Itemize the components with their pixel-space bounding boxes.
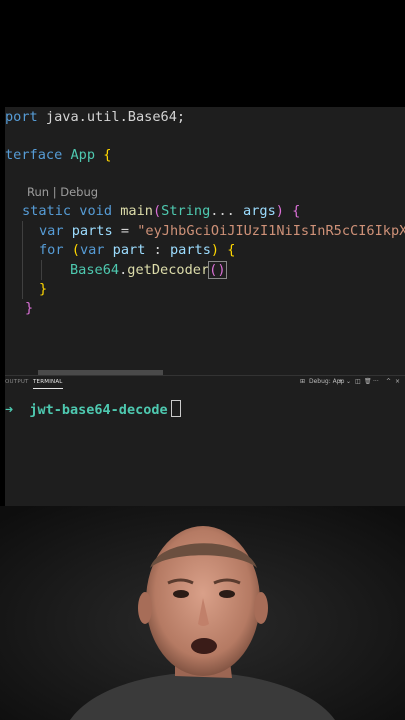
import-path-token: java.util.Base64; — [37, 109, 186, 125]
codelens-run-debug[interactable]: Run | Debug — [27, 185, 98, 199]
paren-token: ( — [63, 242, 80, 258]
brace-token: } — [39, 281, 48, 297]
brace-token: } — [25, 300, 34, 316]
operator-token: = — [112, 223, 138, 239]
prompt-arrow-icon: ➜ — [5, 402, 14, 418]
keyword-token: var — [79, 242, 105, 258]
code-editor[interactable]: port java.util.Base64; terface App { Run… — [5, 107, 405, 375]
presenter-video — [0, 506, 405, 720]
keyword-token: for — [39, 242, 64, 258]
keyword-token: static — [22, 203, 72, 219]
paren-token: ( — [152, 203, 162, 219]
variable-token: parts — [169, 242, 211, 258]
variable-token: part — [104, 242, 146, 258]
keyword-token: var — [39, 223, 64, 239]
type-token: String — [161, 203, 211, 219]
close-icon[interactable]: × — [395, 378, 400, 385]
more-icon[interactable]: ··· — [373, 378, 379, 385]
terminal-prompt[interactable]: ➜ jwt-base64-decode — [5, 400, 181, 420]
code-line-close-for: } — [39, 279, 47, 299]
variable-token: parts — [63, 223, 113, 239]
variable-token: args — [243, 203, 276, 219]
code-line-import: port java.util.Base64; — [5, 107, 185, 127]
code-line-parts: var parts = "eyJhbGciOiJIUzI1NiIsInR5cCI… — [39, 221, 405, 241]
paren-token: () — [208, 261, 227, 279]
mouth-shape — [191, 638, 217, 654]
keyword-token: void — [71, 203, 121, 219]
trash-icon[interactable]: 🗑 — [364, 378, 372, 385]
webcam-overlay — [0, 506, 405, 720]
bottom-panel: OUTPUT TERMINAL ⊞ Debug: App + ⌄ ◫ 🗑 ···… — [5, 375, 405, 507]
paren-token: ) — [210, 242, 220, 258]
add-icon[interactable]: + — [338, 378, 343, 385]
code-line-getdecoder: Base64.getDecoder() — [70, 260, 227, 280]
function-token: getDecoder — [127, 262, 210, 278]
terminal-icon: ⊞ — [300, 378, 306, 385]
brace-token: { — [219, 242, 236, 258]
terminal-cursor — [170, 400, 181, 417]
indent-guide — [22, 221, 23, 299]
code-line-for: for (var part : parts) { — [39, 240, 235, 260]
brace-token: { — [103, 147, 112, 163]
varargs-token: ... — [210, 203, 244, 219]
type-token: Base64 — [70, 262, 120, 278]
brace-token: { — [283, 203, 301, 219]
type-token: App — [62, 147, 104, 163]
paren-token: ) — [275, 203, 284, 219]
function-token: main — [120, 203, 153, 219]
operator-token: : — [145, 242, 170, 258]
panel-tabs: OUTPUT TERMINAL ⊞ Debug: App + ⌄ ◫ 🗑 ···… — [5, 376, 405, 392]
keyword-token: terface — [5, 147, 63, 163]
chevron-up-icon[interactable]: ^ — [386, 378, 391, 385]
terminal-cwd: jwt-base64-decode — [29, 402, 168, 418]
chevron-down-icon[interactable]: ⌄ — [346, 378, 351, 385]
code-line-close-main: } — [25, 298, 33, 318]
tab-output[interactable]: OUTPUT — [5, 379, 29, 385]
tab-terminal[interactable]: TERMINAL — [33, 379, 63, 389]
indent-guide — [41, 260, 42, 280]
code-line-main: static void main(String... args) { — [22, 201, 300, 221]
keyword-token: port — [5, 109, 38, 125]
split-icon[interactable]: ◫ — [355, 378, 361, 385]
string-token: "eyJhbGciOiJIUzI1NiIsInR5cCI6IkpXVCJ9 — [137, 223, 405, 239]
code-line-interface: terface App { — [5, 145, 111, 165]
